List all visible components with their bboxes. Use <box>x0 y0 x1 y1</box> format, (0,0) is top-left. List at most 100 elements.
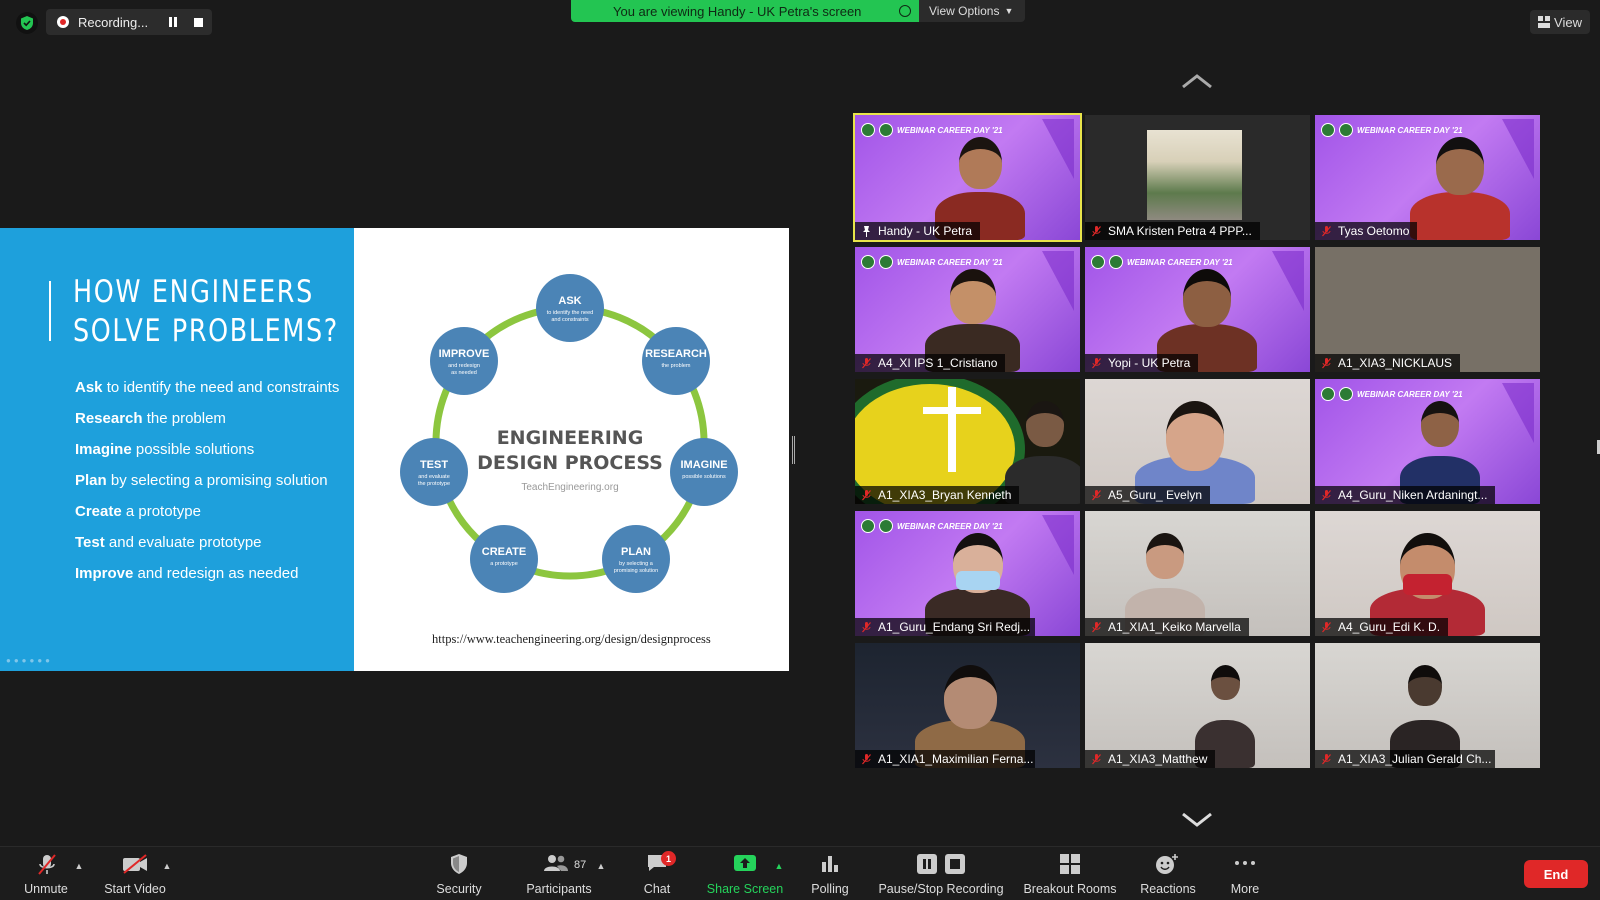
pause-recording-icon[interactable] <box>168 17 178 27</box>
university-logo-icon <box>1339 387 1353 401</box>
participant-tile[interactable]: A4_Guru_Edi K. D. <box>1315 511 1540 636</box>
pause-stop-recording-button[interactable]: Pause/Stop Recording <box>876 847 1006 900</box>
muted-mic-icon <box>1322 754 1331 765</box>
start-video-button[interactable]: Start Video <box>100 847 170 900</box>
reactions-button[interactable]: Reactions <box>1137 847 1199 900</box>
diagram-node-title: IMPROVE <box>439 348 490 360</box>
video-camera-off-icon <box>123 854 147 874</box>
breakout-rooms-button[interactable]: Breakout Rooms <box>1021 847 1119 900</box>
participant-head <box>943 665 997 729</box>
diagram-node-title: IMAGINE <box>680 459 727 471</box>
steps-list: Ask to identify the need and constraints… <box>75 378 340 595</box>
unmute-button[interactable]: Unmute <box>16 847 76 900</box>
participant-tile[interactable]: WEBINAR CAREER DAY '21 A4_XI IPS 1_Cristi… <box>855 247 1080 372</box>
participant-tile[interactable]: A1_XIA3_NICKLAUS <box>1315 247 1540 372</box>
participant-tile[interactable]: A1_XIA1_Keiko Marvella <box>1085 511 1310 636</box>
share-screen-label: Share Screen <box>706 882 784 896</box>
cross-icon-bar <box>923 407 981 414</box>
record-icon <box>57 16 69 28</box>
stop-recording-icon[interactable] <box>194 18 203 27</box>
share-options-caret[interactable]: ▲ <box>774 847 784 900</box>
polling-button[interactable]: Polling <box>808 847 852 900</box>
split-view-handle[interactable] <box>792 436 795 464</box>
muted-mic-icon <box>1322 358 1331 369</box>
chat-label: Chat <box>643 882 671 896</box>
diagram-center-line1: ENGINEERING <box>497 427 644 449</box>
view-button-label: View <box>1554 14 1582 30</box>
university-logo-icon <box>879 255 893 269</box>
diagram-node-circle <box>400 438 468 506</box>
participant-name-label: Tyas Oetomo <box>1315 222 1418 240</box>
university-logo-icon <box>1339 123 1353 137</box>
participant-tile[interactable]: A1_XIA3_Matthew <box>1085 643 1310 768</box>
participant-tile[interactable]: A5_Guru_ Evelyn <box>1085 379 1310 504</box>
participant-name-label: SMA Kristen Petra 4 PPP... <box>1085 222 1260 240</box>
participants-icon <box>544 855 568 871</box>
diagram-node-sub1: a prototype <box>490 561 518 567</box>
participants-button[interactable]: 87 Participants <box>519 847 599 900</box>
microphone-muted-icon <box>38 854 56 875</box>
muted-mic-icon <box>1322 490 1331 501</box>
diagram-node-sub1: possible solutions <box>682 474 726 480</box>
chevron-up-icon: ▲ <box>162 861 172 871</box>
participant-head <box>1166 401 1224 471</box>
view-options-dropdown[interactable]: View Options ▼ <box>919 0 1025 22</box>
security-button[interactable]: Security <box>432 847 486 900</box>
diagram-node-imagine: IMAGINE possible solutions <box>670 438 738 506</box>
webinar-banner: WEBINAR CAREER DAY '21 <box>1321 385 1491 403</box>
cross-icon <box>948 387 956 472</box>
participant-name: A4_Guru_Edi K. D. <box>1338 620 1441 634</box>
audio-options-caret[interactable]: ▲ <box>74 847 84 900</box>
security-shield-icon[interactable] <box>16 12 38 34</box>
participant-name-label: A4_XI IPS 1_Cristiano <box>855 354 1006 372</box>
participant-name: Yopi - UK Petra <box>1108 356 1191 370</box>
participant-tile[interactable]: WEBINAR CAREER DAY '21 A4_Guru_Niken Arda… <box>1315 379 1540 504</box>
school-logo-icon <box>861 123 875 137</box>
chat-button[interactable]: 1 Chat <box>640 847 676 900</box>
diagram-node-test: TEST and evaluatethe prototype <box>400 438 468 506</box>
participant-tile[interactable]: WEBINAR CAREER DAY '21 Tyas Oetomo <box>1315 115 1540 240</box>
slide-diagram-panel: ENGINEERING DESIGN PROCESS TeachEngineer… <box>354 228 789 671</box>
participants-options-caret[interactable]: ▲ <box>596 847 606 900</box>
diagram-node-sub2: and constraints <box>551 317 589 323</box>
muted-mic-icon <box>1322 226 1331 237</box>
gallery-next-page-icon[interactable] <box>1180 811 1214 829</box>
share-screen-icon <box>734 855 756 871</box>
more-button[interactable]: More <box>1224 847 1266 900</box>
view-layout-button[interactable]: View <box>1530 10 1590 34</box>
diagram-center-line2: DESIGN PROCESS <box>477 452 663 474</box>
view-options-label: View Options <box>929 4 1000 18</box>
slide-control-icons[interactable]: ●●●●●● <box>6 656 53 665</box>
diagram-node-circle <box>470 525 538 593</box>
polling-label: Polling <box>811 882 849 896</box>
participant-tile[interactable]: WEBINAR CAREER DAY '21 Handy - UK Petra <box>853 113 1082 242</box>
step-item: Imagine possible solutions <box>75 441 255 458</box>
video-options-caret[interactable]: ▲ <box>162 847 172 900</box>
participant-name-label: Handy - UK Petra <box>855 222 981 240</box>
school-building-image <box>1147 130 1242 220</box>
share-screen-button[interactable]: Share Screen <box>705 847 785 900</box>
participant-tile[interactable]: A1_XIA1_Maximilian Ferna... <box>855 643 1080 768</box>
diagram-node-improve: IMPROVE and redesignas needed <box>430 327 498 395</box>
participant-tile[interactable]: WEBINAR CAREER DAY '21 A1_Guru_Endang Sri… <box>855 511 1080 636</box>
step-item: Plan by selecting a promising solution <box>75 472 328 489</box>
participant-tile[interactable]: A1_XIA3_Bryan Kenneth <box>855 379 1080 504</box>
participant-name: A4_XI IPS 1_Cristiano <box>878 356 998 370</box>
security-label: Security <box>436 882 482 896</box>
participant-tile[interactable]: SMA Kristen Petra 4 PPP... <box>1085 115 1310 240</box>
participant-name-label: A1_XIA3_NICKLAUS <box>1315 354 1461 372</box>
participant-tile[interactable]: A1_XIA3_Julian Gerald Ch... <box>1315 643 1540 768</box>
participant-tile[interactable]: WEBINAR CAREER DAY '21 Yopi - UK Petra <box>1085 247 1310 372</box>
participant-head <box>1026 401 1064 447</box>
gallery-prev-page-icon[interactable] <box>1180 72 1214 90</box>
background-shape <box>1042 515 1074 575</box>
zoom-meeting-window: Recording... You are viewing Handy - UK … <box>0 0 1600 900</box>
diagram-node-sub1: and evaluate <box>418 474 450 480</box>
end-meeting-button[interactable]: End <box>1524 860 1588 888</box>
breakout-rooms-label: Breakout Rooms <box>1023 882 1117 896</box>
webinar-banner-text: WEBINAR CAREER DAY '21 <box>897 125 1003 135</box>
participant-name: A1_XIA3_NICKLAUS <box>1338 356 1453 370</box>
face-mask <box>955 571 1000 590</box>
chevron-down-icon: ▼ <box>1004 6 1014 16</box>
diagram-node-sub1: to identify the need <box>547 310 593 316</box>
